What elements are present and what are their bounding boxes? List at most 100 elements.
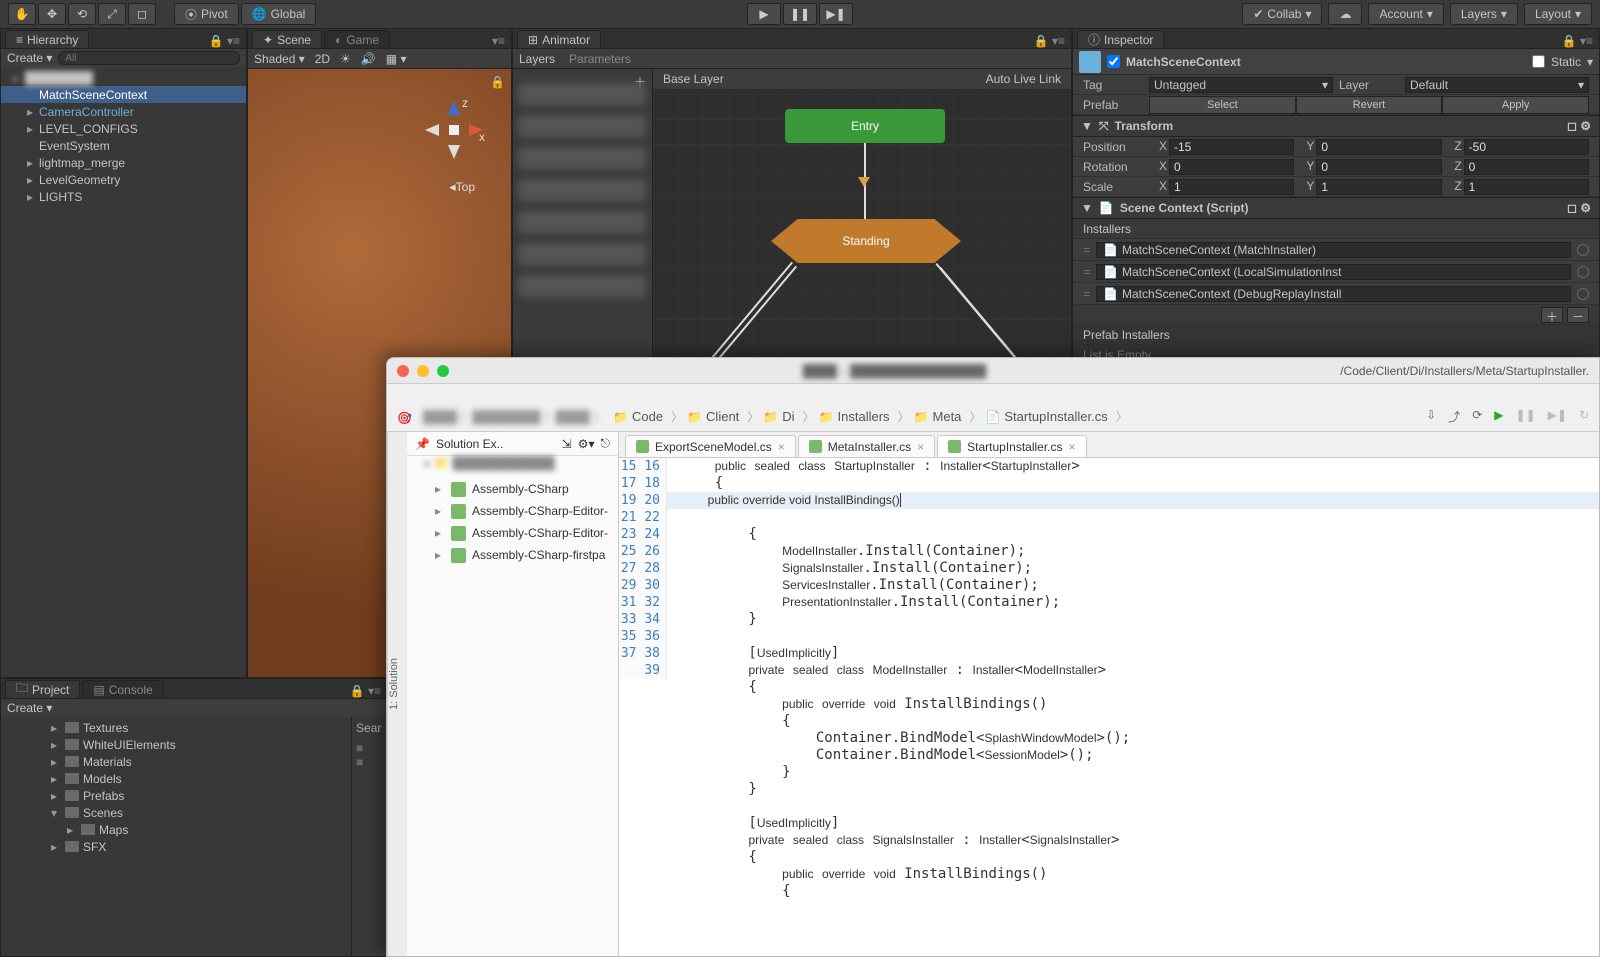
breadcrumb-item[interactable]: 📁 Code〉 bbox=[613, 408, 687, 425]
rot-x-field[interactable]: 0 bbox=[1169, 159, 1294, 175]
light-toggle-icon[interactable]: ☀ bbox=[340, 52, 351, 66]
cloud-button[interactable]: ☁ bbox=[1328, 3, 1362, 25]
ide-run-icon[interactable]: ▶ bbox=[1494, 408, 1503, 425]
create-dropdown[interactable]: Create ▾ bbox=[7, 701, 52, 715]
close-tab-icon[interactable]: × bbox=[1069, 440, 1076, 454]
pos-z-field[interactable]: -50 bbox=[1464, 139, 1589, 155]
project-folder[interactable]: ▸Models bbox=[51, 770, 351, 787]
shaded-dropdown[interactable]: Shaded ▾ bbox=[254, 52, 305, 66]
layer-row[interactable] bbox=[519, 83, 646, 105]
breadcrumb-item[interactable]: 📁 Client〉 bbox=[687, 408, 763, 425]
breadcrumb-item[interactable]: 📁 Meta〉 bbox=[914, 408, 986, 425]
hierarchy-item[interactable]: MatchSceneContext bbox=[1, 86, 246, 103]
component-help-icon[interactable]: ◻ ⚙ bbox=[1567, 201, 1591, 215]
code-area[interactable]: 15 16 17 18 19 20 21 22 23 24 25 26 27 2… bbox=[619, 458, 1599, 956]
scene-context-component-header[interactable]: ▼ 📄 Scene Context (Script) ◻ ⚙ bbox=[1073, 197, 1599, 219]
hierarchy-item[interactable]: ▸LEVEL_CONFIGS bbox=[1, 120, 246, 137]
hierarchy-item[interactable]: ▸LevelGeometry bbox=[1, 171, 246, 188]
hierarchy-item[interactable]: EventSystem bbox=[1, 137, 246, 154]
window-zoom-button[interactable] bbox=[437, 365, 449, 377]
prefab-revert-button[interactable]: Revert bbox=[1296, 96, 1443, 114]
scale-tool-button[interactable]: ⤢ bbox=[98, 3, 126, 25]
play-button[interactable]: ▶ bbox=[747, 3, 781, 25]
tag-dropdown[interactable]: Untagged ▾ bbox=[1149, 77, 1333, 93]
breadcrumb-item[interactable]: 📁 Installers〉 bbox=[819, 408, 914, 425]
hierarchy-item[interactable]: ▸LIGHTS bbox=[1, 188, 246, 205]
layer-row[interactable] bbox=[519, 179, 646, 201]
account-dropdown[interactable]: Account▾ bbox=[1368, 3, 1443, 25]
object-field[interactable]: 📄MatchSceneContext (MatchInstaller) bbox=[1096, 242, 1571, 258]
pos-y-field[interactable]: 0 bbox=[1316, 139, 1441, 155]
layer-row[interactable] bbox=[519, 275, 646, 297]
layer-row[interactable] bbox=[519, 147, 646, 169]
ide-titlebar[interactable]: ████ – ████████████████ /Code/Client/Di/… bbox=[387, 358, 1599, 384]
collab-dropdown[interactable]: ✔Collab▾ bbox=[1242, 3, 1322, 25]
project-folder[interactable]: ▸Maps bbox=[51, 821, 351, 838]
chevron-down-icon[interactable]: ▾ bbox=[1587, 55, 1593, 69]
pause-button[interactable]: ❚❚ bbox=[783, 3, 817, 25]
solution-item[interactable]: ▸Assembly-CSharp-firstpa bbox=[407, 544, 618, 566]
step-button[interactable]: ▶❚ bbox=[819, 3, 853, 25]
scl-y-field[interactable]: 1 bbox=[1316, 179, 1441, 195]
panel-menu-icon[interactable]: 🔒 ▾≡ bbox=[1034, 34, 1065, 48]
panel-menu-icon[interactable]: 🔒 ▾≡ bbox=[350, 684, 381, 698]
object-picker-button[interactable] bbox=[1577, 266, 1589, 278]
object-picker-button[interactable] bbox=[1577, 288, 1589, 300]
project-tab[interactable]: 🗀Project bbox=[5, 680, 80, 698]
layers-tab-button[interactable]: Layers bbox=[519, 52, 555, 66]
layer-dropdown[interactable]: Default ▾ bbox=[1405, 77, 1589, 93]
hierarchy-item[interactable]: ▸lightmap_merge bbox=[1, 154, 246, 171]
solution-gutter-tab[interactable]: 1: Solution bbox=[387, 432, 407, 956]
scl-x-field[interactable]: 1 bbox=[1169, 179, 1294, 195]
animator-tab[interactable]: ⊞Animator bbox=[517, 30, 601, 48]
static-checkbox[interactable] bbox=[1532, 55, 1545, 68]
gameobject-icon[interactable] bbox=[1079, 51, 1101, 73]
breadcrumb-item[interactable]: 📄 StartupInstaller.cs〉 bbox=[985, 408, 1131, 425]
ide-refresh-icon[interactable]: ⟳ bbox=[1472, 408, 1482, 425]
layer-row[interactable] bbox=[519, 211, 646, 233]
layout-dropdown[interactable]: Layout▾ bbox=[1524, 3, 1592, 25]
solution-item[interactable]: ▸Assembly-CSharp-Editor- bbox=[407, 522, 618, 544]
close-tab-icon[interactable]: × bbox=[778, 440, 785, 454]
pivot-toggle-button[interactable]: ⦿Pivot bbox=[174, 3, 239, 25]
rotate-tool-button[interactable]: ⟲ bbox=[68, 3, 96, 25]
window-minimize-button[interactable] bbox=[417, 365, 429, 377]
project-folder[interactable]: ▸Prefabs bbox=[51, 787, 351, 804]
gameobject-name[interactable]: MatchSceneContext bbox=[1126, 55, 1526, 69]
collapse-all-icon[interactable]: ⇲ bbox=[562, 437, 572, 451]
rot-y-field[interactable]: 0 bbox=[1316, 159, 1441, 175]
hierarchy-search-input[interactable] bbox=[58, 51, 240, 65]
window-close-button[interactable] bbox=[397, 365, 409, 377]
animator-node-entry[interactable]: Entry bbox=[785, 109, 945, 143]
project-folder[interactable]: ▸WhiteUIElements bbox=[51, 736, 351, 753]
project-folder[interactable]: ▸Materials bbox=[51, 753, 351, 770]
auto-live-link-toggle[interactable]: Auto Live Link bbox=[986, 72, 1061, 86]
hierarchy-item[interactable]: ▸████████ bbox=[1, 69, 246, 86]
layer-row[interactable] bbox=[519, 243, 646, 265]
solution-item[interactable]: ▸Assembly-CSharp bbox=[407, 478, 618, 500]
global-toggle-button[interactable]: 🌐Global bbox=[241, 3, 317, 25]
scene-tab[interactable]: ✦Scene bbox=[252, 30, 322, 48]
object-field[interactable]: 📄MatchSceneContext (DebugReplayInstall bbox=[1096, 286, 1571, 302]
target-icon[interactable]: 🎯 bbox=[397, 411, 412, 425]
project-folder[interactable]: ▾Scenes bbox=[51, 804, 351, 821]
editor-tab[interactable]: MetaInstaller.cs× bbox=[798, 435, 935, 457]
active-checkbox[interactable] bbox=[1107, 55, 1120, 68]
rect-tool-button[interactable]: ◻ bbox=[128, 3, 156, 25]
animator-node-standing[interactable]: Standing bbox=[771, 219, 961, 263]
prefab-apply-button[interactable]: Apply bbox=[1442, 96, 1589, 114]
list-add-button[interactable]: ＋ bbox=[1541, 307, 1563, 323]
audio-toggle-icon[interactable]: 🔊 bbox=[361, 52, 376, 66]
editor-tab[interactable]: ExportSceneModel.cs× bbox=[625, 435, 796, 457]
component-help-icon[interactable]: ◻ ⚙ bbox=[1567, 119, 1591, 133]
settings-icon[interactable]: ⚙▾ bbox=[578, 437, 595, 451]
ide-pause-icon[interactable]: ❚❚ bbox=[1516, 408, 1536, 425]
parameters-tab-button[interactable]: Parameters bbox=[569, 52, 631, 66]
breadcrumb-item[interactable]: 📁 Di〉 bbox=[763, 408, 818, 425]
transform-component-header[interactable]: ▼ ⤧ Transform ◻ ⚙ bbox=[1073, 115, 1599, 137]
base-layer-breadcrumb[interactable]: Base Layer bbox=[663, 72, 724, 86]
orientation-gizmo[interactable]: z x bbox=[419, 95, 489, 165]
game-tab[interactable]: ◐Game bbox=[324, 30, 390, 48]
hierarchy-tab[interactable]: ≡Hierarchy bbox=[5, 30, 89, 48]
solution-item[interactable]: ▸Assembly-CSharp-Editor- bbox=[407, 500, 618, 522]
